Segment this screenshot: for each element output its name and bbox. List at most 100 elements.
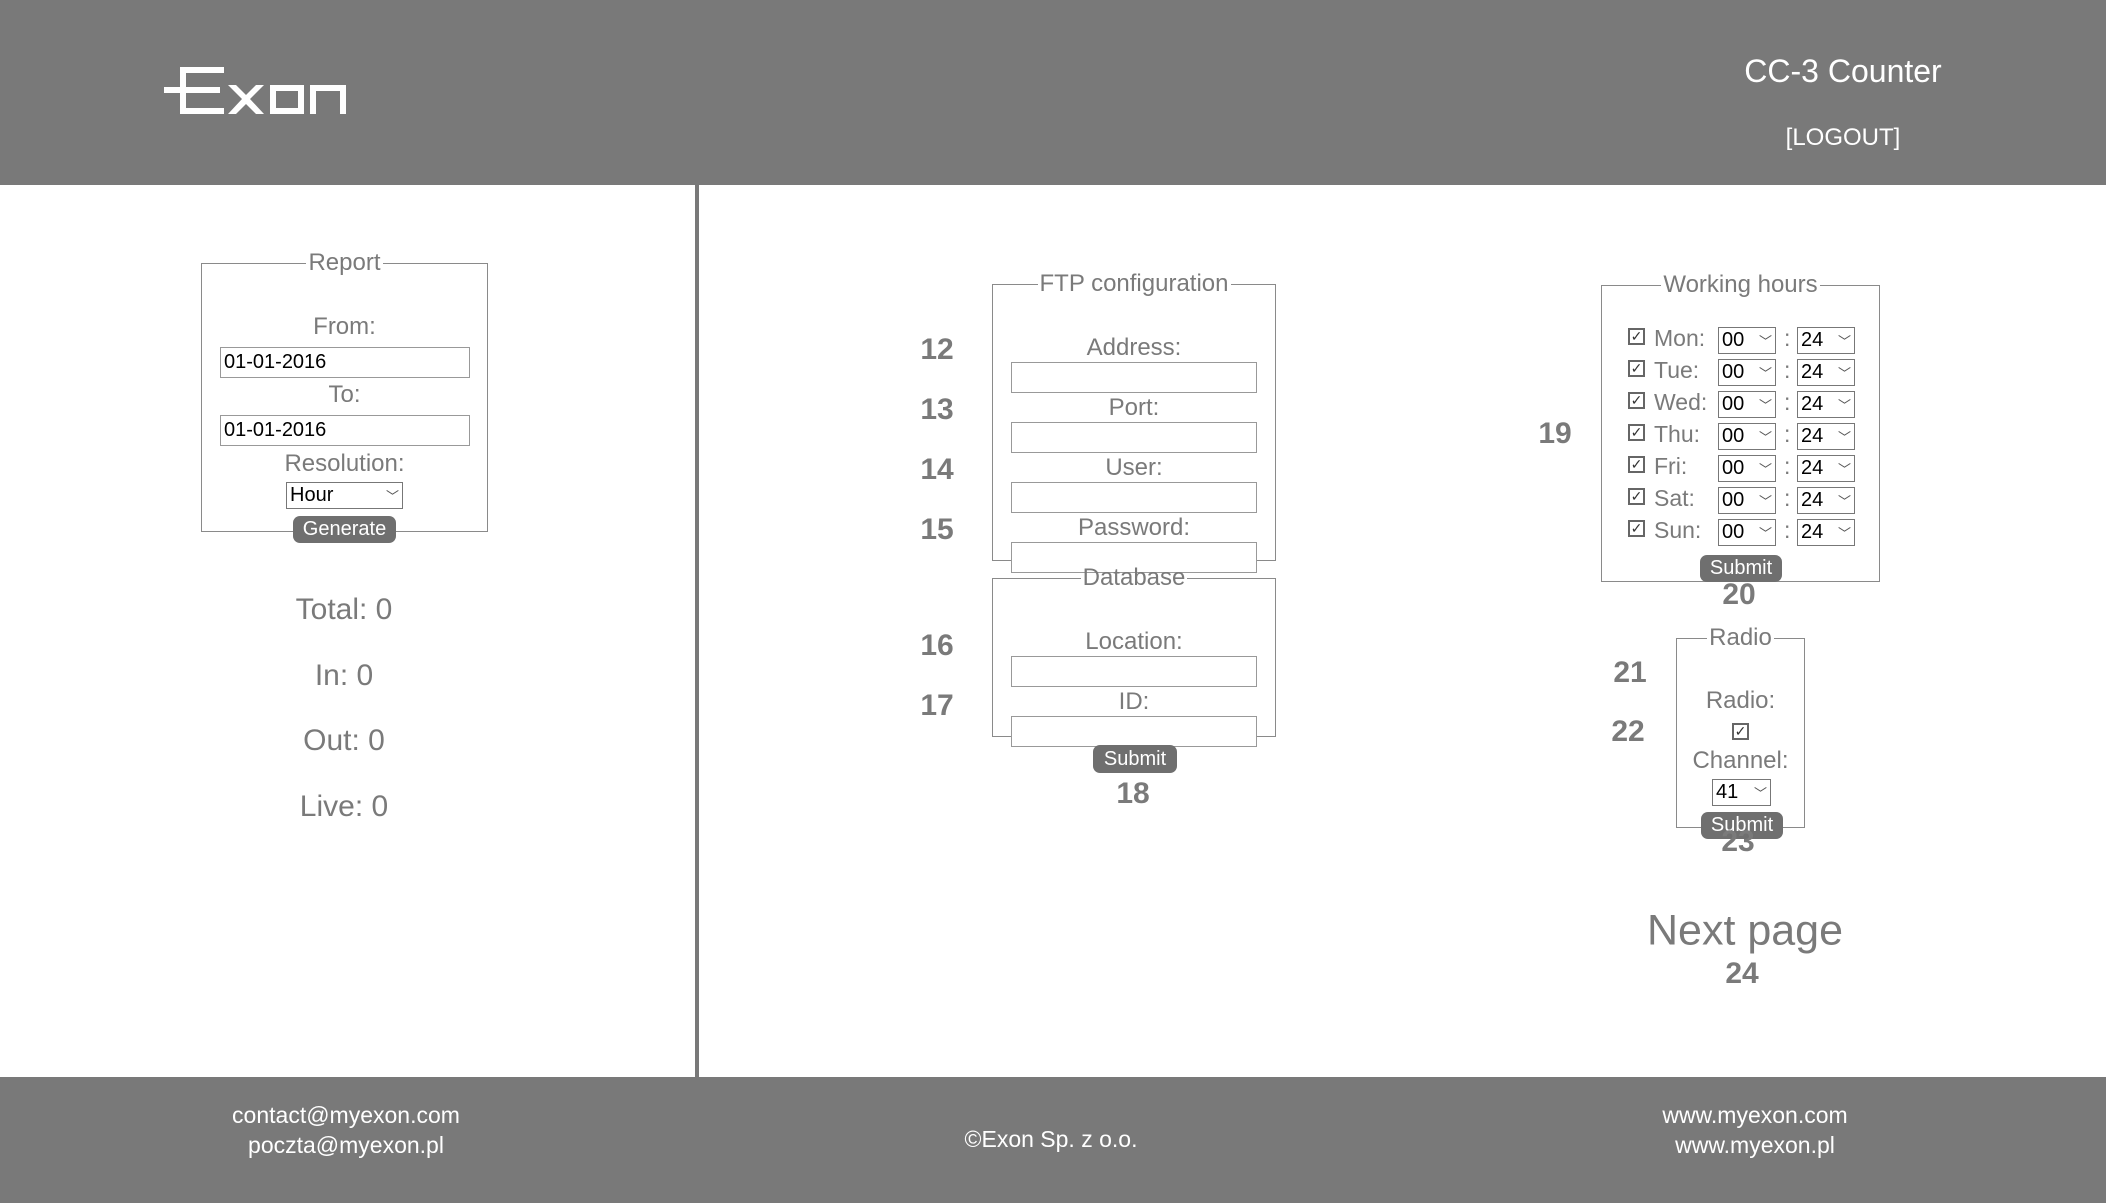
day-label: Fri: — [1654, 453, 1688, 479]
ftp-fieldset: FTP configuration Address: Port: User: P… — [992, 270, 1276, 573]
label-13: 13 — [920, 393, 954, 426]
channel-select[interactable]: 41 ﹀ — [1712, 779, 1771, 806]
day-to-select[interactable]: 24 ﹀ — [1797, 327, 1855, 354]
day-checkbox[interactable]: ✓ — [1628, 360, 1645, 377]
chevron-down-icon: ﹀ — [1753, 786, 1767, 801]
chevron-down-icon: ﹀ — [1758, 494, 1772, 509]
to-value: 24 — [1801, 393, 1824, 415]
from-value: 00 — [1722, 489, 1745, 511]
chevron-down-icon: ﹀ — [1758, 430, 1772, 445]
resolution-value: Hour — [290, 484, 334, 506]
day-label: Thu: — [1654, 421, 1701, 447]
working-hours-legend: Working hours — [1663, 271, 1818, 298]
day-checkbox[interactable]: ✓ — [1628, 488, 1645, 505]
db-location-input[interactable] — [1011, 656, 1257, 687]
user-label: User: — [1105, 454, 1163, 481]
label-23: 23 — [1721, 825, 1755, 858]
time-separator: : — [1784, 485, 1791, 511]
total-count: Total: 0 — [295, 593, 393, 626]
to-value: 24 — [1801, 521, 1824, 543]
port-label: Port: — [1108, 394, 1160, 421]
chevron-down-icon: ﹀ — [1758, 526, 1772, 541]
from-value: 00 — [1722, 393, 1745, 415]
day-from-select[interactable]: 00 ﹀ — [1718, 519, 1776, 546]
day-from-select[interactable]: 00 ﹀ — [1718, 455, 1776, 482]
label-15: 15 — [920, 513, 954, 546]
day-checkbox[interactable]: ✓ — [1628, 328, 1645, 345]
day-to-select[interactable]: 24 ﹀ — [1797, 359, 1855, 386]
day-checkbox[interactable]: ✓ — [1628, 456, 1645, 473]
day-to-select[interactable]: 24 ﹀ — [1797, 519, 1855, 546]
label-18: 18 — [1116, 777, 1150, 810]
db-id-input[interactable] — [1011, 716, 1257, 747]
day-from-select[interactable]: 00 ﹀ — [1718, 327, 1776, 354]
to-date-input[interactable] — [220, 415, 470, 446]
chevron-down-icon: ﹀ — [1758, 462, 1772, 477]
day-from-select[interactable]: 00 ﹀ — [1718, 423, 1776, 450]
report-legend: Report — [308, 249, 381, 276]
day-label: Sun: — [1654, 517, 1702, 543]
to-value: 24 — [1801, 329, 1824, 351]
chevron-down-icon: ﹀ — [1837, 430, 1851, 445]
day-to-select[interactable]: 24 ﹀ — [1797, 423, 1855, 450]
chevron-down-icon: ﹀ — [385, 489, 399, 504]
in-count: In: 0 — [314, 659, 374, 692]
ftp-legend: FTP configuration — [1039, 270, 1229, 297]
day-from-select[interactable]: 00 ﹀ — [1718, 487, 1776, 514]
website-com-link[interactable]: www.myexon.com — [1662, 1102, 1847, 1129]
ftp-port-input[interactable] — [1011, 422, 1257, 453]
from-date-input[interactable] — [220, 347, 470, 378]
radio-checkbox[interactable]: ✓ — [1732, 723, 1749, 740]
report-fieldset: Report From: To: Resolution: Hour ﹀ Gener… — [201, 249, 488, 543]
logout-link[interactable]: [LOGOUT] — [1786, 124, 1901, 152]
label-14: 14 — [920, 453, 954, 486]
working-hours-fieldset: Working hours ✓ Mon: 00 ﹀ : 24 ﹀ ✓ Tue: 00 ﹀… — [1601, 271, 1880, 582]
live-count: Live: 0 — [299, 790, 389, 823]
label-16: 16 — [920, 629, 954, 662]
from-label: From: — [313, 313, 376, 340]
chevron-down-icon: ﹀ — [1837, 366, 1851, 381]
footer: contact@myexon.com poczta@myexon.pl ©Exo… — [0, 1077, 2106, 1203]
poczta-email-link[interactable]: poczta@myexon.pl — [248, 1132, 444, 1159]
id-label: ID: — [1118, 688, 1150, 715]
database-legend: Database — [1082, 564, 1186, 591]
ftp-address-input[interactable] — [1011, 362, 1257, 393]
database-fieldset: Database Location: ID: — [992, 564, 1276, 747]
panel-divider — [695, 185, 699, 1077]
day-checkbox[interactable]: ✓ — [1628, 424, 1645, 441]
from-value: 00 — [1722, 361, 1745, 383]
copyright: ©Exon Sp. z o.o. — [964, 1126, 1138, 1152]
day-label: Sat: — [1654, 485, 1695, 511]
label-24: 24 — [1725, 957, 1759, 990]
app-title: CC-3 Counter — [1744, 53, 1942, 89]
contact-email-link[interactable]: contact@myexon.com — [232, 1102, 460, 1129]
day-from-select[interactable]: 00 ﹀ — [1718, 359, 1776, 386]
header: CC-3 Counter [LOGOUT] — [0, 0, 2106, 185]
time-separator: : — [1784, 325, 1791, 351]
day-label: Mon: — [1654, 325, 1706, 351]
day-to-select[interactable]: 24 ﹀ — [1797, 455, 1855, 482]
day-checkbox[interactable]: ✓ — [1628, 520, 1645, 537]
from-value: 00 — [1722, 457, 1745, 479]
resolution-select[interactable]: Hour ﹀ — [286, 482, 403, 509]
exon-logo — [164, 67, 346, 114]
time-separator: : — [1784, 389, 1791, 415]
out-count: Out: 0 — [303, 724, 385, 757]
next-page-link[interactable]: Next page — [1647, 907, 1843, 956]
from-value: 00 — [1722, 521, 1745, 543]
radio-label: Radio: — [1705, 687, 1776, 714]
day-from-select[interactable]: 00 ﹀ — [1718, 391, 1776, 418]
day-checkbox[interactable]: ✓ — [1628, 392, 1645, 409]
location-label: Location: — [1085, 628, 1183, 655]
generate-button[interactable]: Generate — [293, 516, 396, 543]
day-to-select[interactable]: 24 ﹀ — [1797, 391, 1855, 418]
to-value: 24 — [1801, 361, 1824, 383]
ftp-user-input[interactable] — [1011, 482, 1257, 513]
chevron-down-icon: ﹀ — [1758, 366, 1772, 381]
ftp-submit-button[interactable]: Submit — [1093, 745, 1177, 773]
website-pl-link[interactable]: www.myexon.pl — [1675, 1132, 1835, 1159]
label-17: 17 — [920, 689, 954, 722]
to-value: 24 — [1801, 425, 1824, 447]
day-to-select[interactable]: 24 ﹀ — [1797, 487, 1855, 514]
radio-legend: Radio — [1709, 624, 1772, 651]
